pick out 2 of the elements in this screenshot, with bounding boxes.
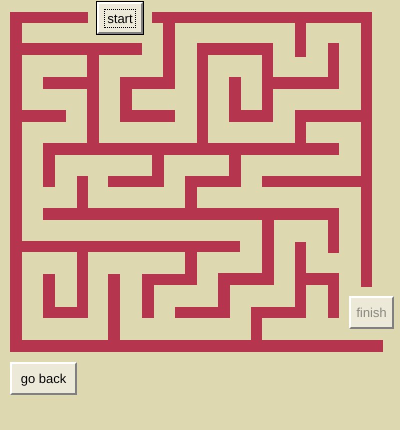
start-button[interactable]: start bbox=[97, 2, 143, 34]
back-button[interactable]: go back bbox=[10, 362, 77, 395]
